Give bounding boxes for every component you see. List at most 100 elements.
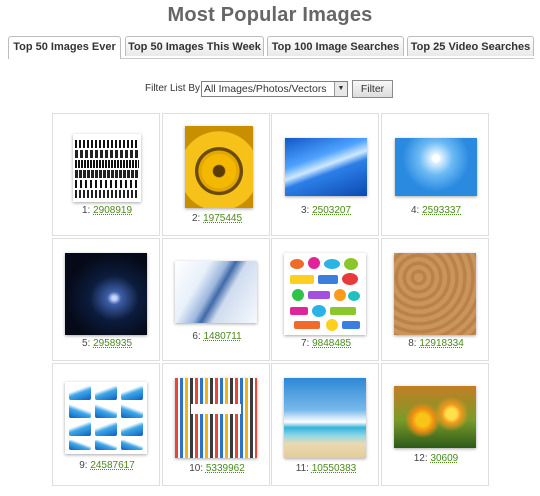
wave-graphic — [95, 440, 117, 450]
silhouette-row — [75, 160, 139, 168]
button-graphic — [308, 291, 330, 299]
image-card[interactable]: 4: 2593337 — [381, 113, 489, 236]
image-card[interactable]: 2: 1975445 — [162, 113, 270, 236]
image-card[interactable]: 8: 12918334 — [381, 238, 489, 361]
tab-top-50-ever[interactable]: Top 50 Images Ever — [8, 36, 121, 59]
rank-label: 4: — [410, 205, 420, 216]
image-caption: 10: 5339962 — [163, 463, 271, 474]
image-id-link[interactable]: 1975445 — [203, 213, 242, 224]
rank-label: 9: — [79, 460, 88, 471]
silhouette-row — [75, 180, 139, 188]
thumbnail-image[interactable] — [395, 138, 477, 196]
image-caption: 7: 9848485 — [272, 338, 380, 349]
wave-graphic — [69, 386, 91, 400]
rank-label: 11: — [295, 463, 309, 474]
wave-graphic — [95, 422, 117, 436]
silhouette-row — [75, 190, 139, 198]
rank-label: 5: — [81, 338, 91, 349]
thumbnail-image[interactable] — [394, 253, 476, 335]
thumbnail-image[interactable] — [185, 126, 253, 208]
wave-graphic — [121, 386, 143, 400]
image-card[interactable]: 3: 2503207 — [271, 113, 379, 236]
silhouette-row — [75, 150, 139, 158]
image-id-link[interactable]: 30609 — [430, 453, 458, 464]
rank-label: 8: — [408, 338, 417, 349]
thumbnail-image[interactable] — [65, 253, 147, 335]
image-card[interactable]: 6: 1480711 — [162, 238, 270, 361]
button-graphic — [312, 305, 326, 317]
wave-graphic — [95, 386, 117, 400]
thumbnail-image[interactable] — [175, 378, 257, 458]
image-card[interactable]: 12: 30609 — [381, 363, 489, 486]
button-graphic — [308, 257, 320, 269]
rank-label: 1: — [81, 205, 91, 216]
tab-top-25-video-searches[interactable]: Top 25 Video Searches — [407, 36, 534, 56]
button-graphic — [324, 259, 340, 269]
image-caption: 3: 2503207 — [272, 205, 380, 216]
page-title: Most Popular Images — [167, 4, 373, 26]
image-caption: 11: 10550383 — [272, 463, 380, 474]
button-graphic — [292, 289, 304, 301]
image-caption: 6: 1480711 — [163, 331, 271, 342]
image-caption: 4: 2593337 — [382, 205, 490, 216]
rank-label: 7: — [300, 338, 310, 349]
thumbnail-image[interactable] — [285, 138, 367, 196]
image-id-link[interactable]: 2593337 — [422, 205, 461, 216]
wave-graphic — [121, 422, 143, 436]
button-graphic — [290, 259, 304, 269]
button-graphic — [290, 307, 308, 315]
image-card[interactable]: 1: 2908919 — [52, 113, 160, 236]
button-graphic — [344, 258, 358, 270]
thumbnail-image[interactable] — [73, 134, 141, 202]
image-card[interactable]: 11: 10550383 — [271, 363, 379, 486]
image-caption: 9: 24587617 — [53, 460, 161, 471]
rank-label: 10: — [189, 463, 204, 474]
image-card[interactable]: 5: 2958935 — [52, 238, 160, 361]
silhouette-row — [75, 140, 139, 148]
image-card[interactable]: 10: 5339962 — [162, 363, 270, 486]
button-graphic — [294, 321, 320, 329]
thumbnail-image[interactable] — [394, 386, 476, 448]
banner-graphic — [191, 404, 241, 414]
rank-label: 6: — [192, 331, 201, 342]
button-graphic — [330, 307, 356, 315]
image-id-link[interactable]: 5339962 — [206, 463, 245, 474]
image-id-link[interactable]: 12918334 — [419, 338, 464, 349]
button-graphic — [342, 273, 358, 285]
rank-label: 2: — [191, 213, 201, 224]
image-card[interactable]: 9: 24587617 — [52, 363, 160, 486]
button-graphic — [334, 289, 346, 301]
wave-graphic — [121, 440, 143, 450]
image-id-link[interactable]: 2908919 — [93, 205, 132, 216]
image-card[interactable]: 7: 9848485 — [271, 238, 379, 361]
filter-button[interactable]: Filter — [352, 80, 393, 98]
thumbnail-image[interactable] — [175, 261, 257, 323]
image-id-link[interactable]: 9848485 — [312, 338, 351, 349]
image-id-link[interactable]: 1480711 — [203, 331, 241, 342]
tab-top-100-searches[interactable]: Top 100 Image Searches — [267, 36, 404, 56]
image-id-link[interactable]: 2503207 — [312, 205, 351, 216]
silhouette-row — [75, 170, 139, 178]
thumbnail-image[interactable] — [284, 253, 366, 335]
filter-select[interactable]: All Images/Photos/Vectors ▼ — [201, 81, 348, 97]
thumbnail-image[interactable] — [284, 378, 366, 458]
wave-graphic — [95, 404, 117, 418]
filter-label: Filter List By: — [145, 83, 203, 94]
image-id-link[interactable]: 2958935 — [93, 338, 132, 349]
image-caption: 1: 2908919 — [53, 205, 161, 216]
chevron-down-icon[interactable]: ▼ — [334, 82, 347, 96]
button-graphic — [318, 275, 338, 284]
tab-bar: Top 50 Images Ever Top 50 Images This We… — [8, 36, 534, 59]
wave-graphic — [69, 422, 91, 436]
thumbnail-image[interactable] — [65, 382, 147, 454]
image-id-link[interactable]: 10550383 — [312, 463, 357, 474]
button-graphic — [342, 321, 360, 329]
image-caption: 8: 12918334 — [382, 338, 490, 349]
image-id-link[interactable]: 24587617 — [90, 460, 135, 471]
filter-select-value: All Images/Photos/Vectors — [204, 83, 327, 95]
rank-label: 12: — [413, 453, 428, 464]
tab-top-50-this-week[interactable]: Top 50 Images This Week — [125, 36, 264, 56]
image-grid: 1: 2908919 2: 1975445 3: 2503207 4: 2593… — [52, 113, 489, 491]
wave-graphic — [69, 440, 91, 450]
image-caption: 5: 2958935 — [53, 338, 161, 349]
